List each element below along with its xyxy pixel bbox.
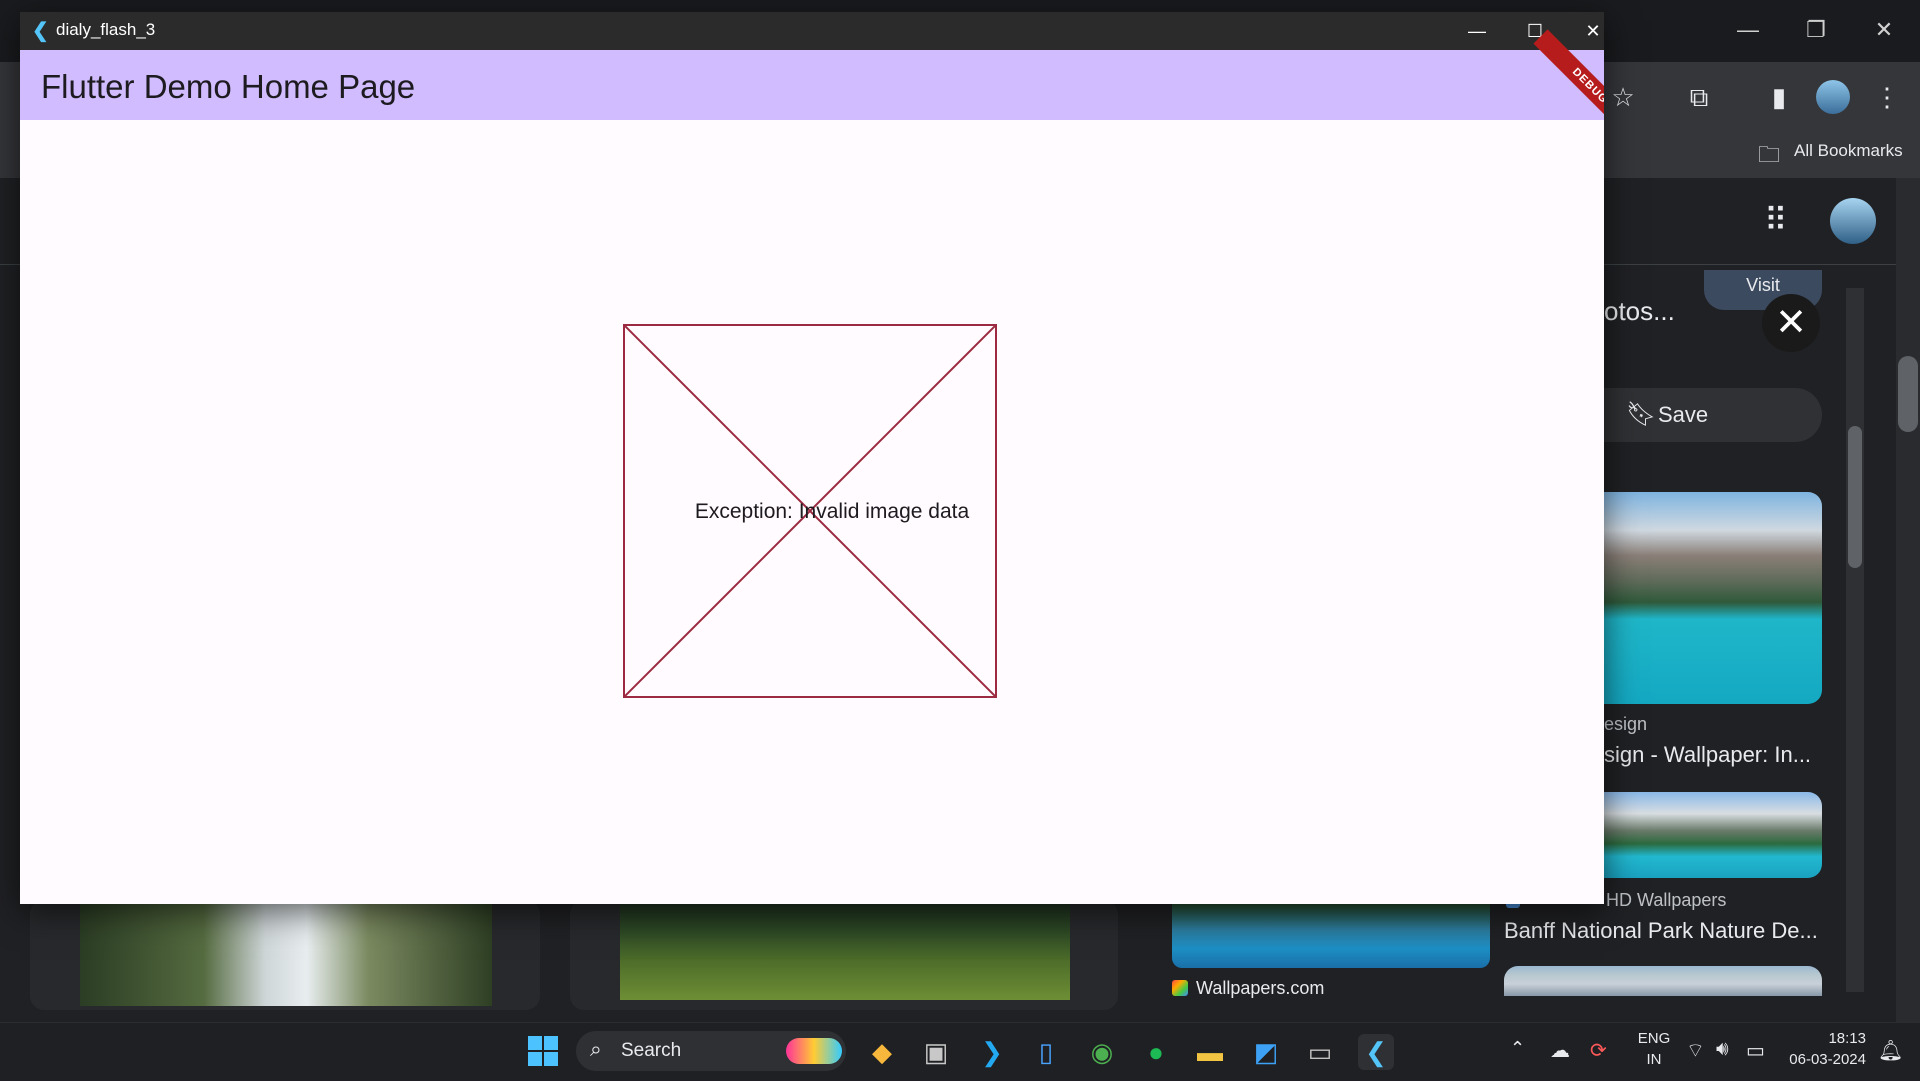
sync-icon[interactable]: ⟳ bbox=[1590, 1038, 1607, 1063]
browser-restore-button[interactable]: ❐ bbox=[1796, 14, 1836, 46]
google-account-avatar[interactable] bbox=[1830, 198, 1876, 244]
folder-icon: 🗀 bbox=[1758, 142, 1781, 167]
show-hidden-icons-icon[interactable]: ⌃ bbox=[1510, 1038, 1525, 1059]
battery-icon[interactable]: ▭ bbox=[1746, 1038, 1765, 1063]
google-apps-icon[interactable]: ⠿ bbox=[1764, 204, 1787, 236]
chrome-menu-icon[interactable]: ⋮ bbox=[1870, 80, 1904, 114]
browser-close-button[interactable]: ✕ bbox=[1864, 14, 1904, 46]
volume-icon[interactable]: 🔊︎ bbox=[1716, 1038, 1729, 1061]
page-scrollbar-thumb[interactable] bbox=[1898, 356, 1918, 432]
close-button[interactable]: ✕ bbox=[1570, 15, 1604, 47]
windows-start-icon[interactable] bbox=[528, 1036, 558, 1066]
language-bottom[interactable]: IN bbox=[1636, 1051, 1672, 1068]
page-scrollbar[interactable] bbox=[1896, 178, 1920, 1022]
lake-image[interactable] bbox=[1172, 904, 1490, 968]
paint-icon[interactable]: ◩ bbox=[1248, 1034, 1284, 1070]
file-explorer-icon[interactable]: ▬ bbox=[1192, 1034, 1228, 1070]
lake-image[interactable] bbox=[1590, 492, 1822, 704]
flutter-taskbar-icon[interactable]: ❮ bbox=[1358, 1034, 1394, 1070]
windows-taskbar bbox=[0, 1022, 1920, 1081]
clock-date[interactable]: 06-03-2024 bbox=[1770, 1051, 1866, 1068]
forest-image[interactable] bbox=[620, 904, 1070, 1000]
copilot-icon[interactable]: ◆ bbox=[864, 1034, 900, 1070]
spotify-icon[interactable]: ● bbox=[1138, 1034, 1174, 1070]
profile-avatar[interactable] bbox=[1816, 80, 1850, 114]
task-view-icon[interactable]: ▣ bbox=[918, 1034, 954, 1070]
result-source[interactable]: Wallpapers.com bbox=[1196, 978, 1324, 999]
waterfall-image[interactable] bbox=[80, 904, 492, 1006]
image-error-message: Exception: Invalid image data bbox=[694, 500, 970, 523]
wallpapers-site-icon bbox=[1172, 980, 1188, 996]
language-top[interactable]: ENG bbox=[1636, 1030, 1672, 1047]
result-title[interactable]: Banff National Park Nature De... bbox=[1504, 918, 1818, 944]
extensions-icon[interactable]: ⧉ bbox=[1682, 80, 1716, 114]
panel-scrollbar-thumb[interactable] bbox=[1848, 426, 1862, 568]
search-icon: ⌕ bbox=[590, 1038, 602, 1061]
onedrive-cloud-icon[interactable]: ☁ bbox=[1550, 1038, 1570, 1063]
notification-bell-icon[interactable]: 🔔︎ bbox=[1878, 1038, 1903, 1063]
terminal-icon[interactable]: ▭ bbox=[1302, 1034, 1338, 1070]
bookmark-icon: 🔖︎ bbox=[1626, 401, 1657, 428]
save-label: Save bbox=[1658, 402, 1709, 427]
search-highlight-icon bbox=[786, 1038, 842, 1064]
clock-time[interactable]: 18:13 bbox=[1780, 1030, 1866, 1047]
window-titlebar[interactable]: ❮ dialy_flash_3 — ☐ ✕ bbox=[20, 12, 1604, 50]
panel-close-button[interactable]: ✕ bbox=[1762, 294, 1820, 352]
minimize-button[interactable]: — bbox=[1454, 15, 1500, 47]
mountain-image[interactable] bbox=[1504, 966, 1822, 996]
lake-image[interactable] bbox=[1590, 792, 1822, 878]
window-title: dialy_flash_3 bbox=[56, 20, 156, 39]
flutter-app-window: ❮ dialy_flash_3 — ☐ ✕ Flutter Demo Home … bbox=[20, 12, 1604, 904]
search-label: Search bbox=[621, 1040, 682, 1061]
wifi-icon[interactable]: ⌔ bbox=[1686, 1038, 1705, 1063]
result-source: esign bbox=[1604, 714, 1648, 734]
vscode-icon[interactable]: ❯ bbox=[974, 1034, 1010, 1070]
browser-minimize-button[interactable]: — bbox=[1728, 14, 1768, 46]
all-bookmarks-button[interactable]: All Bookmarks bbox=[1794, 141, 1903, 161]
result-title[interactable]: sign - Wallpaper: In... bbox=[1604, 742, 1811, 768]
bookmark-star-icon[interactable]: ☆ bbox=[1606, 80, 1640, 114]
panel-heading: otos... bbox=[1604, 296, 1675, 326]
page-title: Flutter Demo Home Page bbox=[41, 68, 416, 105]
chrome-icon[interactable]: ◉ bbox=[1084, 1034, 1120, 1070]
result-source: HD Wallpapers bbox=[1606, 890, 1727, 910]
flutter-logo-icon: ❮ bbox=[32, 20, 49, 42]
panel-scrollbar[interactable] bbox=[1846, 288, 1864, 992]
app-bar: Flutter Demo Home Page bbox=[20, 50, 1604, 120]
app-icon[interactable]: ▯ bbox=[1028, 1034, 1064, 1070]
side-panel-icon[interactable]: ▮ bbox=[1762, 80, 1796, 114]
